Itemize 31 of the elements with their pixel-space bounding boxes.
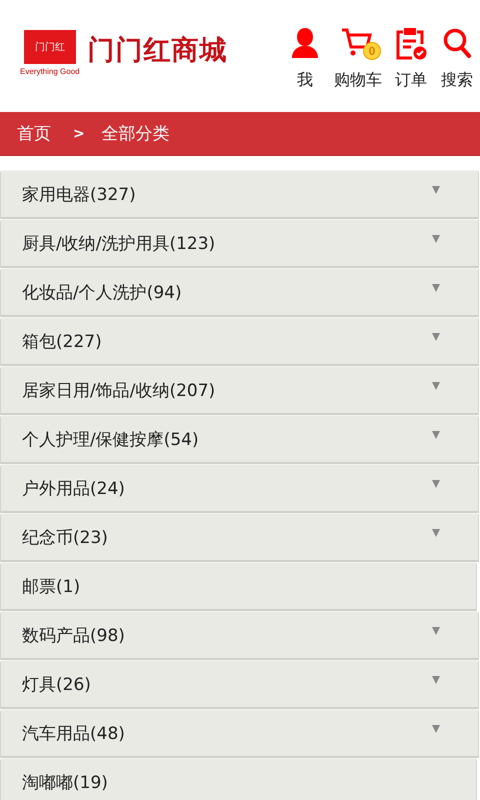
nav-label: 我 (297, 70, 313, 91)
nav-button[interactable]: 搜索 (440, 26, 474, 91)
category-row[interactable]: 数码产品(98) (0, 611, 479, 660)
nav-button[interactable]: 我 (288, 26, 322, 91)
nav-button[interactable]: 订单 (394, 26, 428, 91)
home-link[interactable]: 首页 (17, 122, 51, 145)
category-row[interactable]: 汽车用品(48) (0, 709, 479, 758)
logo-title: 门门红商城 (88, 34, 228, 68)
cart-count-badge: 0 (363, 42, 381, 60)
nav-label: 订单 (395, 70, 427, 91)
category-row[interactable]: 居家日用/饰品/收纳(207) (0, 366, 479, 415)
clipboard-check-icon (395, 26, 427, 60)
category-row[interactable]: 淘嘟嘟(19) (0, 758, 477, 800)
category-row[interactable]: 家用电器(327) (0, 170, 479, 219)
user-icon (290, 27, 320, 59)
category-row[interactable]: 灯具(26) (0, 660, 479, 709)
category-row[interactable]: 纪念币(23) (0, 513, 479, 562)
category-row[interactable]: 箱包(227) (0, 317, 479, 366)
category-row[interactable]: 邮票(1) (0, 562, 477, 611)
logo-mark: 门门红 (24, 30, 76, 64)
category-row[interactable]: 户外用品(24) (0, 464, 479, 513)
nav-label: 购物车 (334, 70, 382, 91)
nav-button[interactable]: 0 购物车 (334, 26, 382, 91)
category-row[interactable]: 化妆品/个人洗护(94) (0, 268, 479, 317)
breadcrumb-separator: > (73, 126, 85, 142)
nav-label: 搜索 (441, 70, 473, 91)
current-page-title: 全部分类 (102, 123, 170, 145)
category-row[interactable]: 厨具/收纳/洗护用具(123) (0, 219, 479, 268)
logo-tagline: Everything Good (20, 67, 80, 76)
search-icon (442, 27, 472, 59)
category-row[interactable]: 个人护理/保健按摩(54) (0, 415, 479, 464)
